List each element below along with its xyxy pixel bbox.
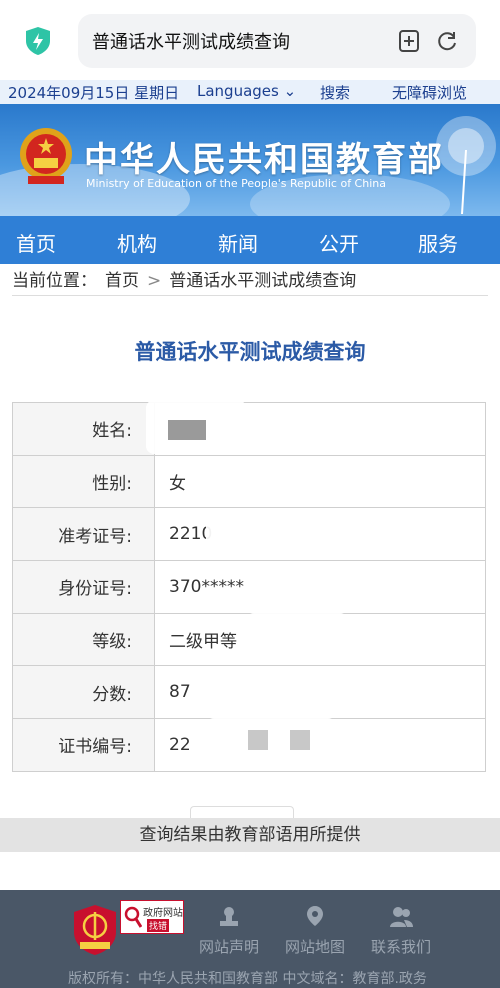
banner-subtitle: Ministry of Education of the People's Re…: [86, 177, 386, 190]
site-statement-link[interactable]: 网站声明: [194, 904, 264, 957]
breadcrumb-home[interactable]: 首页: [105, 271, 139, 291]
address-bar-text[interactable]: 普通话水平测试成绩查询: [92, 28, 290, 54]
nav-item-public[interactable]: 公开: [319, 228, 359, 257]
chevron-down-icon[interactable]: ⌄: [284, 82, 297, 100]
shield-icon[interactable]: [24, 26, 52, 56]
site-statement-label[interactable]: 网站声明: [199, 938, 259, 956]
nav-item-home[interactable]: 首页: [16, 228, 56, 257]
redaction-block: [290, 730, 310, 750]
gender-label: 性别:: [12, 454, 155, 509]
gender-value: 女: [154, 454, 486, 509]
accessibility-link[interactable]: 无障碍浏览: [392, 82, 467, 103]
nav-item-organization[interactable]: 机构: [117, 228, 157, 257]
browser-toolbar: 普通话水平测试成绩查询: [0, 0, 500, 80]
ticket-number-label: 准考证号:: [12, 507, 155, 562]
level-label: 等级:: [12, 612, 155, 667]
site-footer: 政府网站 找错 网站声明 网站地图 联系我们 版权所有：中华人民共和国教育部 中…: [0, 890, 500, 988]
map-pin-icon: [307, 906, 323, 926]
top-info-bar: 2024年09月15日 星期日 Languages ⌄ 搜索 无障碍浏览: [0, 80, 500, 104]
redaction-block: [248, 730, 268, 750]
table-row: 等级: 二级甲等: [12, 612, 486, 667]
table-row: 分数: 87: [12, 665, 486, 720]
redaction-mask: [246, 570, 348, 614]
page-title: 普通话水平测试成绩查询: [134, 340, 366, 364]
search-link[interactable]: 搜索: [320, 82, 350, 103]
nav-item-service[interactable]: 服务: [418, 228, 458, 257]
id-number-label: 身份证号:: [12, 560, 155, 614]
breadcrumb: 当前位置： 首页 > 普通话水平测试成绩查询: [12, 266, 488, 296]
redaction-mask: [206, 512, 346, 558]
redaction-mask: [206, 718, 336, 764]
main-nav: 首页 机构 新闻 公开 服务: [0, 216, 500, 264]
certificate-number-label: 证书编号:: [12, 718, 155, 772]
languages-label[interactable]: Languages: [197, 82, 279, 100]
site-map-label[interactable]: 网站地图: [285, 938, 345, 956]
badge-label-top: 政府网站: [143, 908, 183, 919]
stamp-icon: [220, 907, 238, 926]
copyright-text: 版权所有：中华人民共和国教育部 中文域名：教育部.政务: [68, 971, 427, 987]
breadcrumb-separator: >: [147, 271, 162, 291]
contact-people-icon: [390, 907, 413, 927]
table-row: 性别: 女: [12, 454, 486, 509]
site-map-link[interactable]: 网站地图: [280, 904, 350, 957]
score-label: 分数:: [12, 665, 155, 720]
score-value: 87: [154, 665, 486, 720]
breadcrumb-current: 普通话水平测试成绩查询: [169, 271, 357, 291]
address-bar[interactable]: 普通话水平测试成绩查询: [78, 14, 476, 68]
contact-us-link[interactable]: 联系我们: [366, 904, 436, 957]
contact-us-label[interactable]: 联系我们: [371, 938, 431, 956]
site-banner: 中华人民共和国教育部 Ministry of Education of the …: [0, 104, 500, 216]
gov-site-error-report-button[interactable]: 政府网站 找错: [120, 900, 184, 934]
source-note: 查询结果由教育部语用所提供: [0, 818, 500, 852]
level-value: 二级甲等: [154, 612, 486, 667]
magnifier-badge-icon: [124, 906, 142, 928]
redaction-block: [168, 420, 206, 440]
add-bookmark-icon[interactable]: [396, 28, 422, 54]
national-emblem-icon[interactable]: [18, 126, 74, 186]
nav-item-news[interactable]: 新闻: [218, 228, 258, 257]
languages-dropdown[interactable]: Languages ⌄: [197, 82, 296, 100]
table-row: 姓名:: [12, 402, 486, 456]
badge-label-bottom: 找错: [147, 919, 170, 932]
breadcrumb-label: 当前位置：: [12, 271, 97, 291]
refresh-icon[interactable]: [434, 28, 460, 54]
name-label: 姓名:: [12, 402, 155, 456]
banner-title: 中华人民共和国教育部: [84, 140, 444, 180]
date-text: 2024年09月15日 星期日: [8, 84, 180, 102]
dandelion-decoration-icon: [436, 116, 496, 214]
party-government-badge-icon[interactable]: [72, 904, 118, 956]
